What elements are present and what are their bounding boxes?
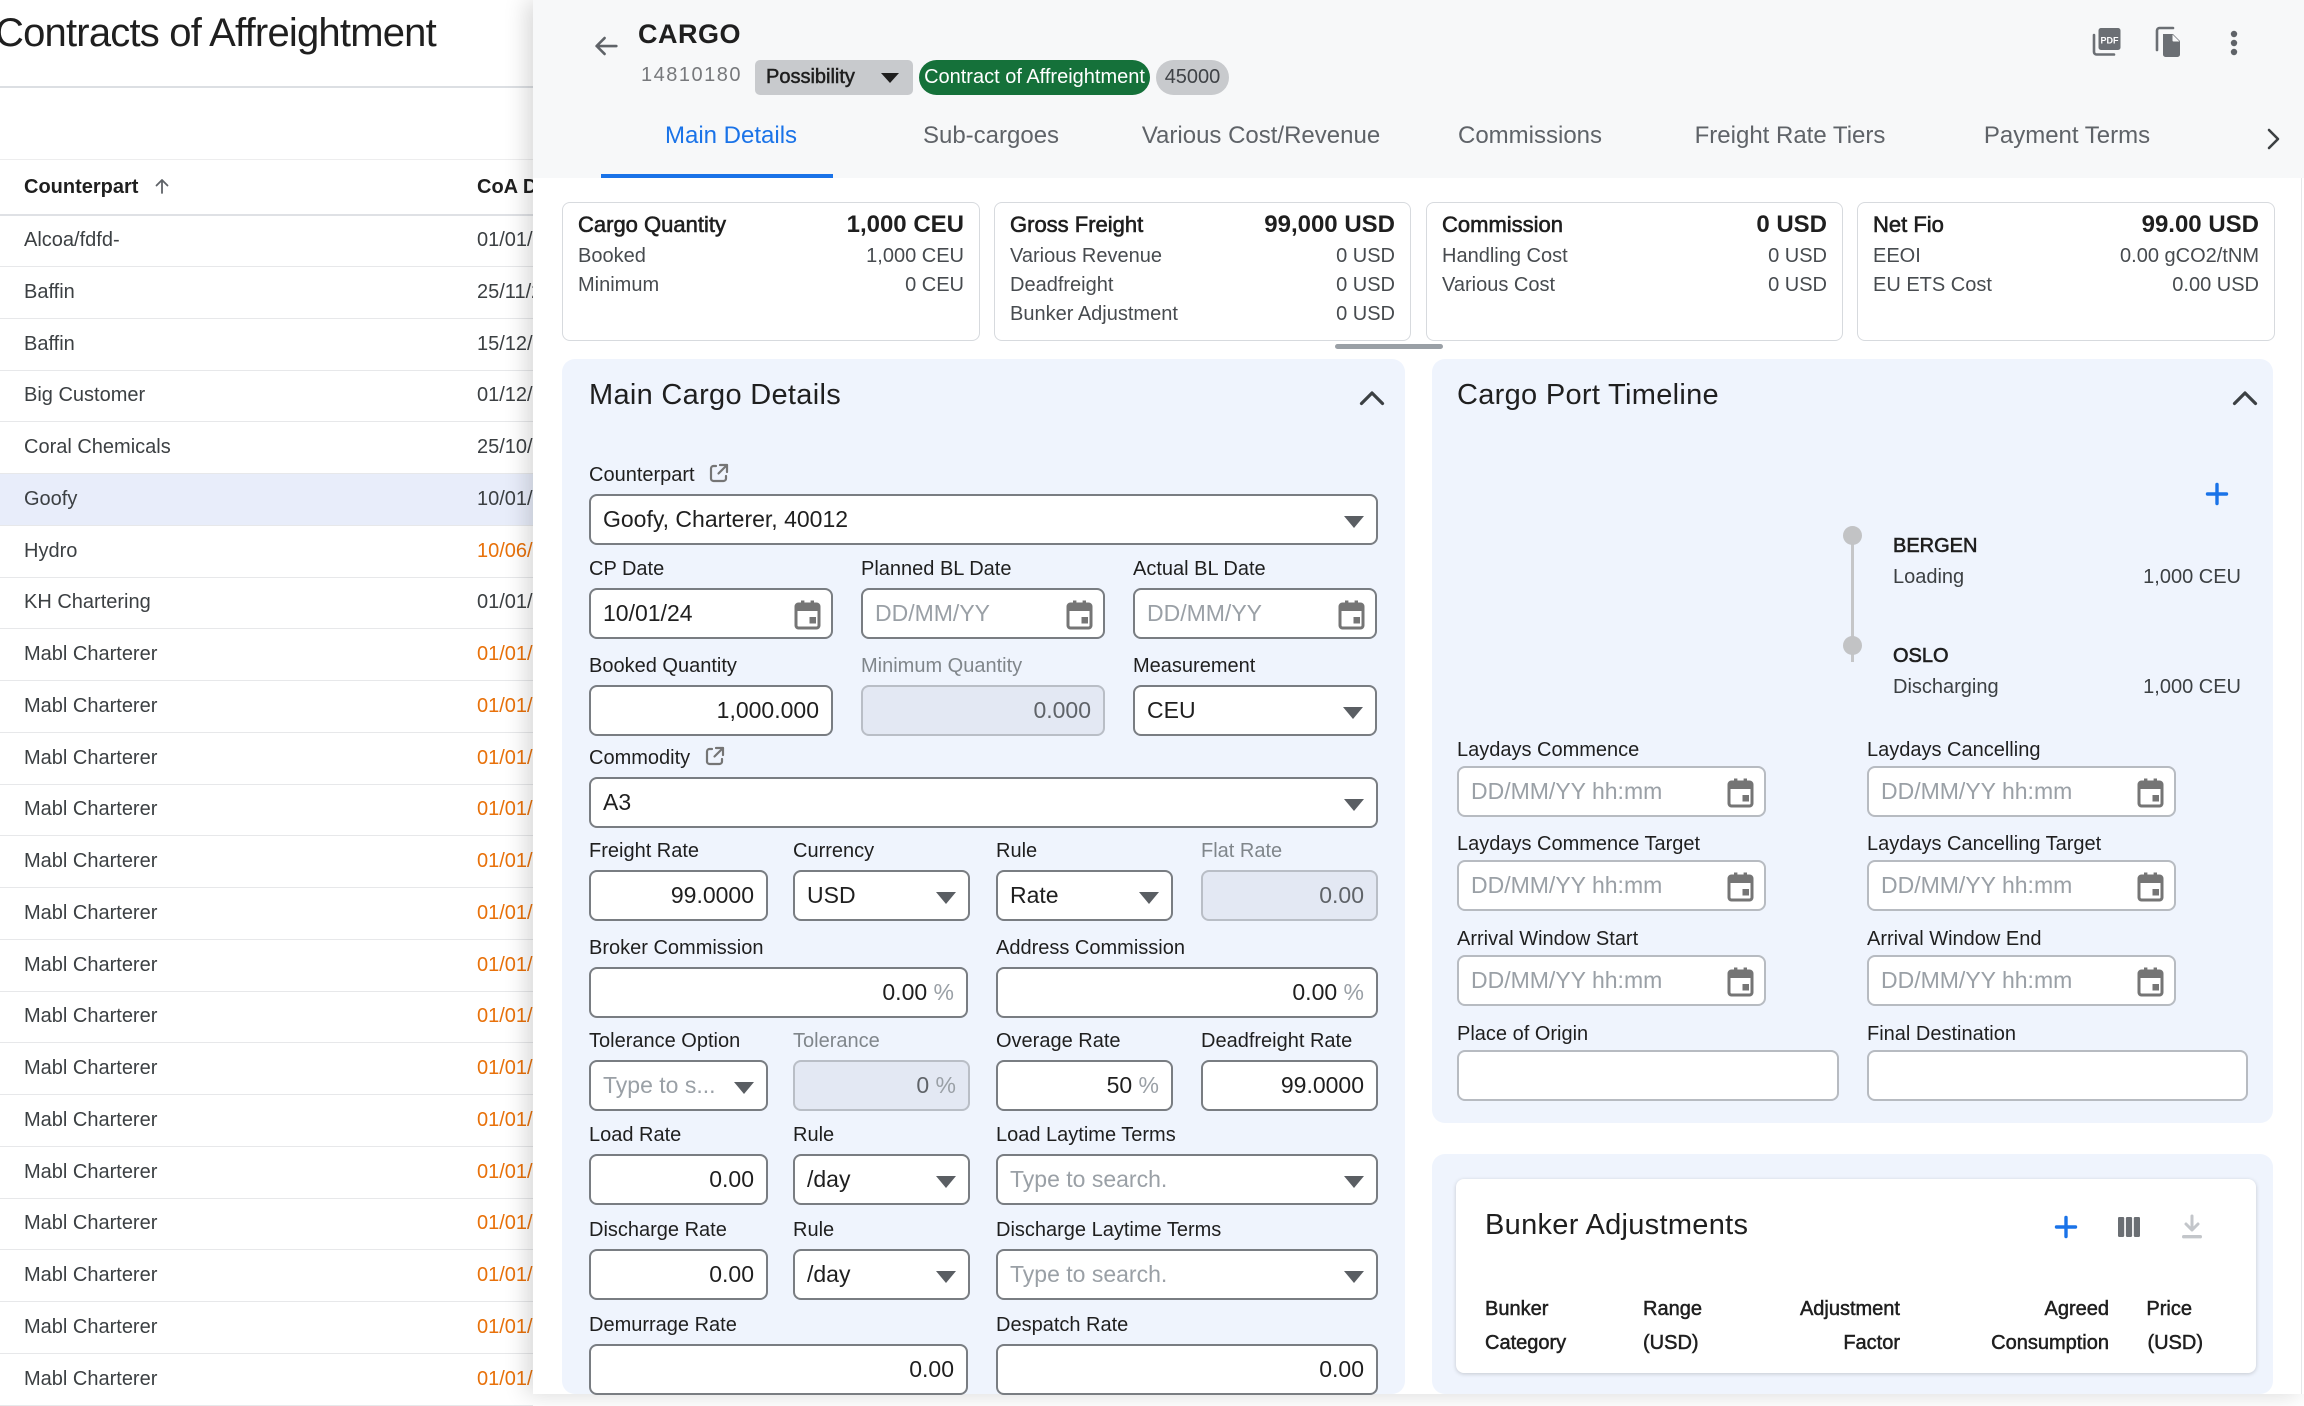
svg-text:PDF: PDF	[2101, 36, 2120, 46]
